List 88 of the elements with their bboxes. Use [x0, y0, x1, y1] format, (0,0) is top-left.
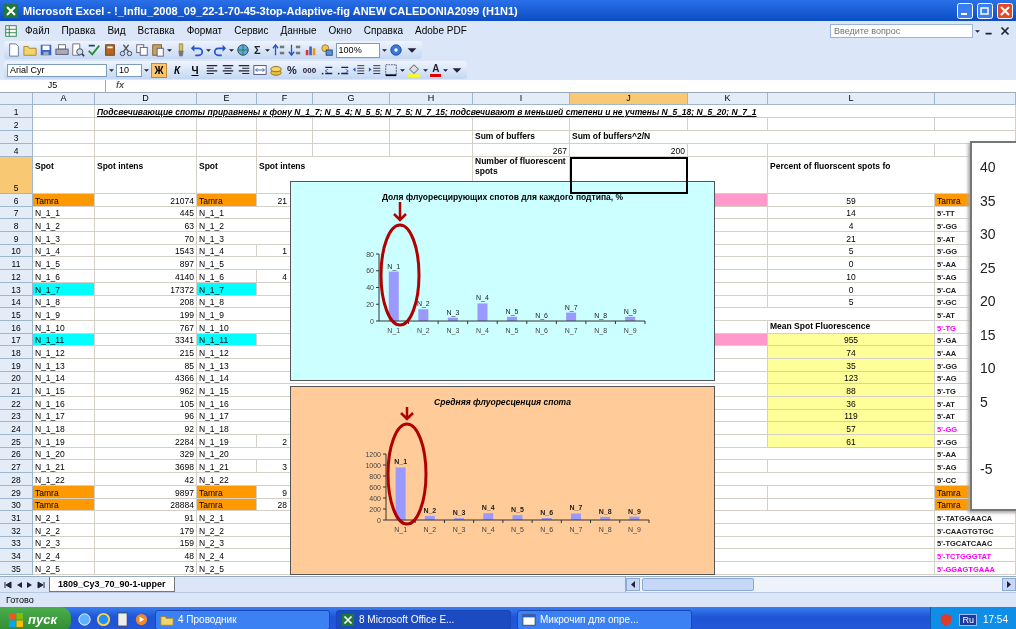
table-cell: 21074: [95, 194, 197, 207]
axis-tick-label: 40: [980, 159, 997, 177]
table-cell: N_1_6: [197, 270, 257, 283]
table-cell: 5: [768, 244, 935, 258]
table-cell: 199: [95, 308, 197, 321]
table-cell: 0: [768, 282, 935, 296]
table-cell: 4140: [95, 270, 197, 283]
table-cell: 0: [768, 257, 935, 271]
table-cell: N_2_5: [33, 561, 95, 575]
table-cell: 59: [768, 194, 935, 207]
table-cell: Подсвечивающие споты приравнены к фону N_1_7; N_5_4; N_5_5; N_7_5; N_7_15; подсвечивают в меньшей степени и не учтены N_5_18; N_5_20; N_7_1: [95, 105, 1016, 118]
table-cell: 57: [768, 422, 935, 436]
table-cell: 14: [768, 206, 935, 220]
table-cell: 179: [95, 523, 197, 537]
table-cell: 200: [570, 144, 688, 157]
table-cell: N_1_2: [33, 219, 95, 233]
table-cell: N_1_14: [33, 371, 95, 385]
table-cell: 3341: [95, 333, 197, 347]
table-cell: 445: [95, 206, 197, 220]
table-cell: 48: [95, 549, 197, 562]
clock: 17:54: [982, 614, 1008, 625]
table-cell: N_1_22: [33, 473, 95, 486]
table-cell: N_2_3: [33, 536, 95, 550]
table-cell: N_1_16: [33, 397, 95, 410]
table-cell: N_1_10: [33, 320, 95, 334]
table-cell: 962: [95, 384, 197, 397]
table-cell: 63: [95, 219, 197, 233]
table-cell: Tamra: [33, 194, 95, 207]
table-cell: 3698: [95, 460, 197, 474]
table-cell: N_1_15: [33, 384, 95, 397]
chart-title: Доля флуоресцирующих спотов для каждого подтипа, %: [380, 191, 625, 202]
table-cell: 85: [95, 358, 197, 372]
table-cell: N_1_9: [33, 308, 95, 321]
table-cell: 215: [95, 346, 197, 359]
table-cell: N_1_21: [33, 460, 95, 474]
table-cell: 36: [768, 397, 935, 410]
table-cell: N_1_3: [33, 232, 95, 245]
table-cell: 1543: [95, 244, 197, 258]
table-cell: Mean Spot Fluorescence: [768, 320, 935, 334]
table-cell: 91: [95, 511, 197, 524]
table-cell: 17372: [95, 282, 197, 296]
table-cell: 105: [95, 397, 197, 410]
table-cell: 9897: [95, 485, 197, 499]
table-cell: 2284: [95, 435, 197, 448]
table-cell: N_1_13: [33, 358, 95, 372]
table-cell: 4366: [95, 371, 197, 385]
table-cell: 4: [768, 219, 935, 233]
table-cell: N_2_1: [33, 511, 95, 524]
table-cell: 96: [95, 409, 197, 423]
table-cell: 70: [95, 232, 197, 245]
table-cell: 61: [768, 435, 935, 448]
table-cell: N_1_18: [33, 422, 95, 436]
table-cell: N_1_19: [197, 435, 257, 448]
table-cell: 897: [95, 257, 197, 271]
table-cell: 5: [768, 295, 935, 309]
window-title: Microsoft Excel - !_Influ_2008_09_22-1-70-45-3top-Adaptive-fig ANEW CALEDONIA2099 (H1N1): [23, 4, 519, 17]
table-cell: N_1_12: [33, 346, 95, 359]
table-cell: N_1_19: [33, 435, 95, 448]
table-cell: 74: [768, 346, 935, 359]
table-cell: N_1_4: [197, 244, 257, 258]
table-cell: N_1_6: [33, 270, 95, 283]
table-cell: N_1_21: [197, 460, 257, 474]
table-cell: N_1_1: [33, 206, 95, 220]
table-cell: 159: [95, 536, 197, 550]
table-cell: 208: [95, 295, 197, 309]
table-cell: 329: [95, 447, 197, 461]
table-cell: 28884: [95, 498, 197, 512]
table-cell: 767: [95, 320, 197, 334]
table-cell: 21: [768, 232, 935, 245]
table-cell: 42: [95, 473, 197, 486]
chart-title: Средняя флуоресценция спота: [433, 396, 572, 407]
table-cell: 73: [95, 561, 197, 575]
table-cell: N_1_20: [33, 447, 95, 461]
table-cell: N_2_2: [33, 523, 95, 537]
table-cell: N_2_4: [33, 549, 95, 562]
table-cell: 92: [95, 422, 197, 436]
table-cell: 88: [768, 384, 935, 397]
table-cell: N_1_4: [33, 244, 95, 258]
table-cell: 267: [473, 144, 570, 157]
table-cell: N_1_17: [33, 409, 95, 423]
table-cell: Sum of buffers: [473, 131, 570, 144]
table-cell: Spot intens: [95, 157, 197, 194]
axis-tick-label: 20: [980, 293, 997, 311]
table-cell: N_1_5: [33, 257, 95, 271]
table-cell: Tamra: [197, 194, 257, 207]
table-cell: N_1_8: [33, 295, 95, 309]
table-cell: 10: [768, 270, 935, 283]
status-text: Готово: [6, 595, 34, 605]
